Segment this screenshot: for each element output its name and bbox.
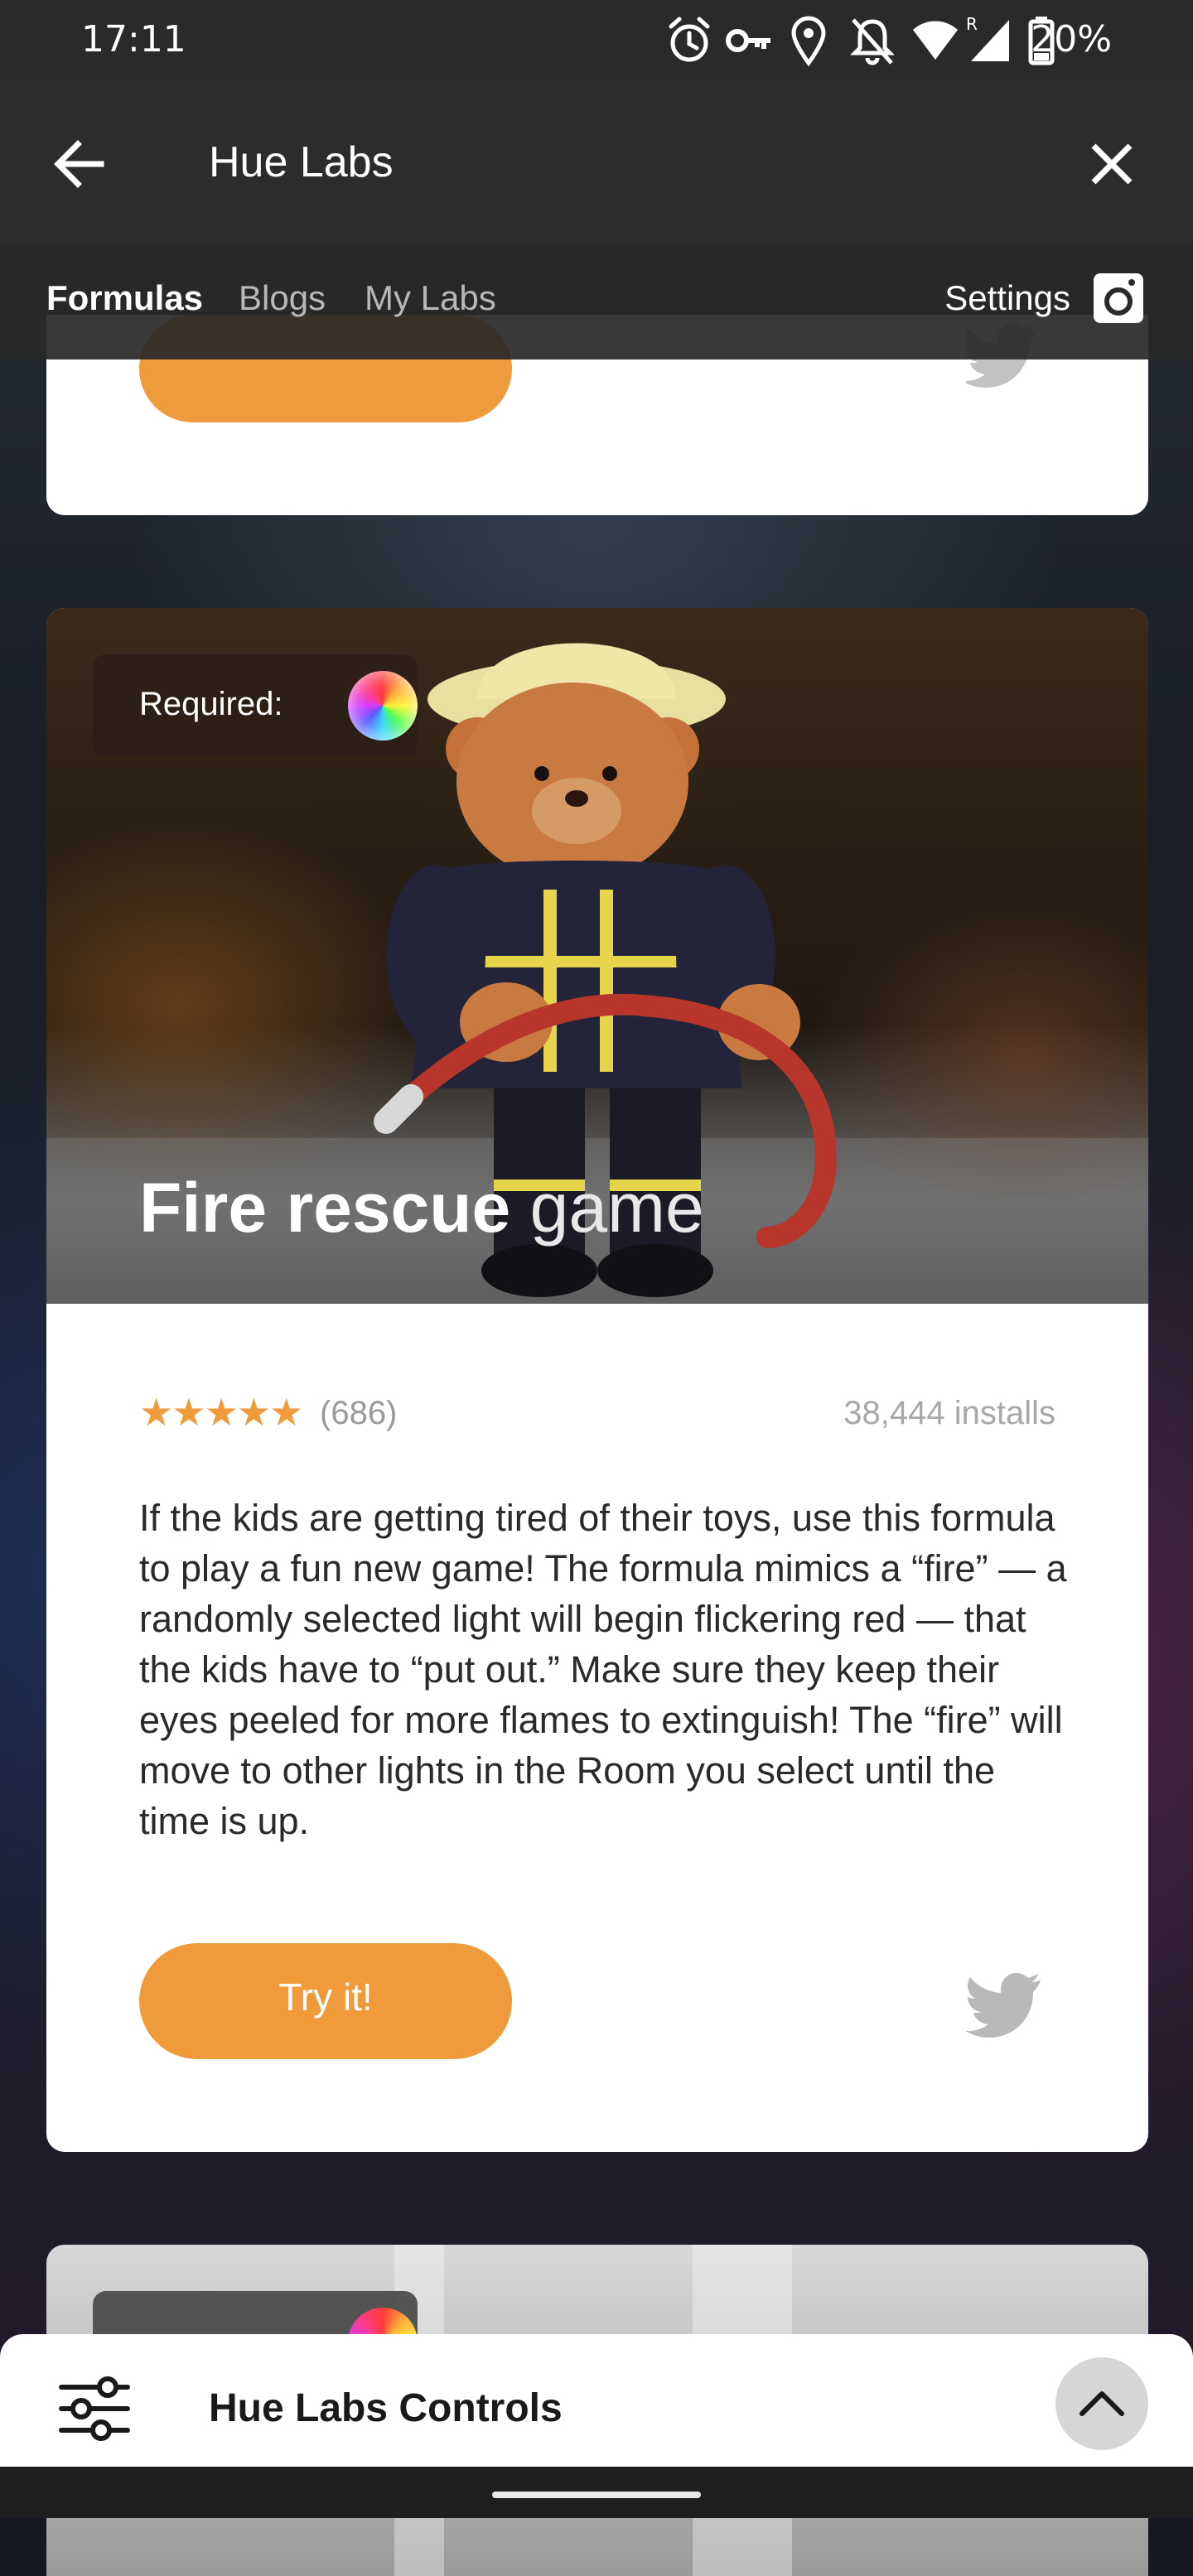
- formula-title-bold: Fire rescue: [139, 1169, 511, 1247]
- svg-text:R: R: [966, 15, 978, 34]
- twitter-icon[interactable]: [966, 1965, 1041, 2039]
- location-icon: [791, 16, 826, 66]
- star-rating: ★★★★★: [139, 1391, 303, 1434]
- color-bulb-icon: [348, 671, 418, 740]
- required-badge: Required:: [93, 654, 418, 757]
- tab-blogs[interactable]: Blogs: [239, 278, 326, 318]
- formula-hero-image: Required: Fire rescue game: [46, 608, 1148, 1304]
- try-it-button[interactable]: Try it!: [139, 1943, 512, 2059]
- alarm-icon: [669, 17, 710, 62]
- arrow-left-icon: [54, 140, 104, 188]
- chevron-up-icon: [1079, 2391, 1124, 2416]
- expand-controls-button[interactable]: [1055, 2357, 1148, 2450]
- system-nav-bar: [0, 2467, 1193, 2518]
- rating-count: (686): [320, 1395, 398, 1431]
- formula-description: If the kids are getting tired of their t…: [139, 1497, 1067, 1842]
- controls-label: Hue Labs Controls: [209, 2386, 563, 2430]
- tab-formulas[interactable]: Formulas: [46, 278, 203, 318]
- signal-icon: R: [966, 15, 1009, 61]
- formula-card: Required: Fire rescue game ★★★★★ (686) 3…: [46, 608, 1148, 2152]
- close-icon: [1091, 143, 1133, 185]
- rating-row: ★★★★★ (686) 38,444 installs: [139, 1390, 1055, 1440]
- back-button[interactable]: [46, 129, 116, 199]
- notifications-off-icon: [850, 18, 895, 65]
- install-count: 38,444 installs: [843, 1395, 1055, 1431]
- formula-title-light: game: [529, 1169, 704, 1247]
- formula-title: Fire rescue game: [139, 1168, 704, 1248]
- app-bar: Hue Labs: [0, 81, 1193, 244]
- status-time: 17:11: [81, 18, 186, 60]
- settings-link[interactable]: Settings: [944, 278, 1070, 318]
- sliders-icon: [59, 2376, 130, 2441]
- status-bar: 17:11 R 20%: [0, 0, 1193, 81]
- camera-settings-icon[interactable]: [1092, 272, 1145, 325]
- vpn-key-icon: [726, 29, 770, 52]
- wifi-icon: [913, 21, 958, 60]
- tab-bar: Formulas Blogs My Labs Settings: [0, 244, 1193, 359]
- required-label: Required:: [139, 686, 283, 722]
- close-button[interactable]: [1077, 129, 1147, 199]
- home-indicator[interactable]: [492, 2492, 701, 2498]
- battery-percentage: 20%: [1031, 18, 1112, 60]
- tab-my-labs[interactable]: My Labs: [365, 278, 496, 318]
- app-title: Hue Labs: [209, 138, 394, 186]
